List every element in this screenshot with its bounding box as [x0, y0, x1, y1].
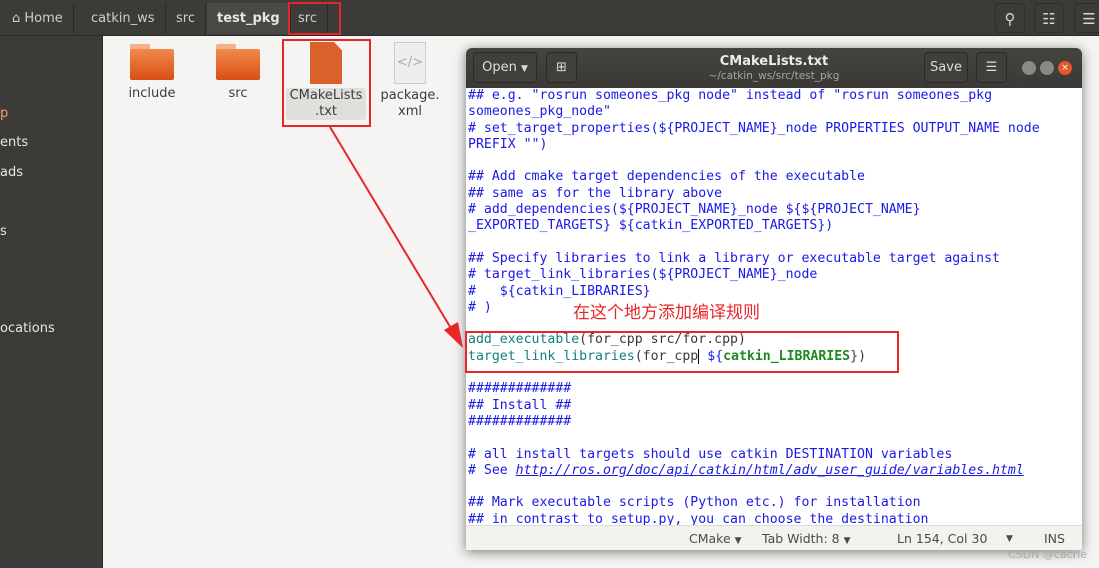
minimize-button[interactable]: [1022, 61, 1036, 75]
chevron-down-icon: ▼: [734, 536, 742, 546]
status-bar: CMake ▼ Tab Width: 8 ▼ Ln 154, Col 30 ▼ …: [466, 525, 1082, 550]
tab-width-label: Tab Width: 8: [762, 531, 840, 546]
chevron-down-icon: ▼: [843, 536, 851, 546]
close-button[interactable]: ×: [1058, 61, 1072, 75]
annotation-text: 在这个地方添加编译规则: [573, 303, 760, 323]
maximize-button[interactable]: [1040, 61, 1054, 75]
hamburger-menu-button[interactable]: ☰: [976, 52, 1007, 83]
tab-width-selector[interactable]: Tab Width: 8 ▼: [762, 531, 851, 546]
language-label: CMake: [689, 531, 731, 546]
editor-titlebar: Open ▼ ⊞ CMakeLists.txt ~/catkin_ws/src/…: [466, 48, 1082, 88]
insert-mode: INS: [1044, 531, 1065, 546]
save-button[interactable]: Save: [924, 52, 968, 83]
cursor-position: Ln 154, Col 30: [897, 531, 988, 546]
chevron-down-icon[interactable]: ▼: [1006, 534, 1013, 544]
language-selector[interactable]: CMake ▼: [689, 531, 742, 546]
close-icon: ×: [1061, 63, 1069, 73]
menu-icon: ☰: [985, 60, 998, 75]
